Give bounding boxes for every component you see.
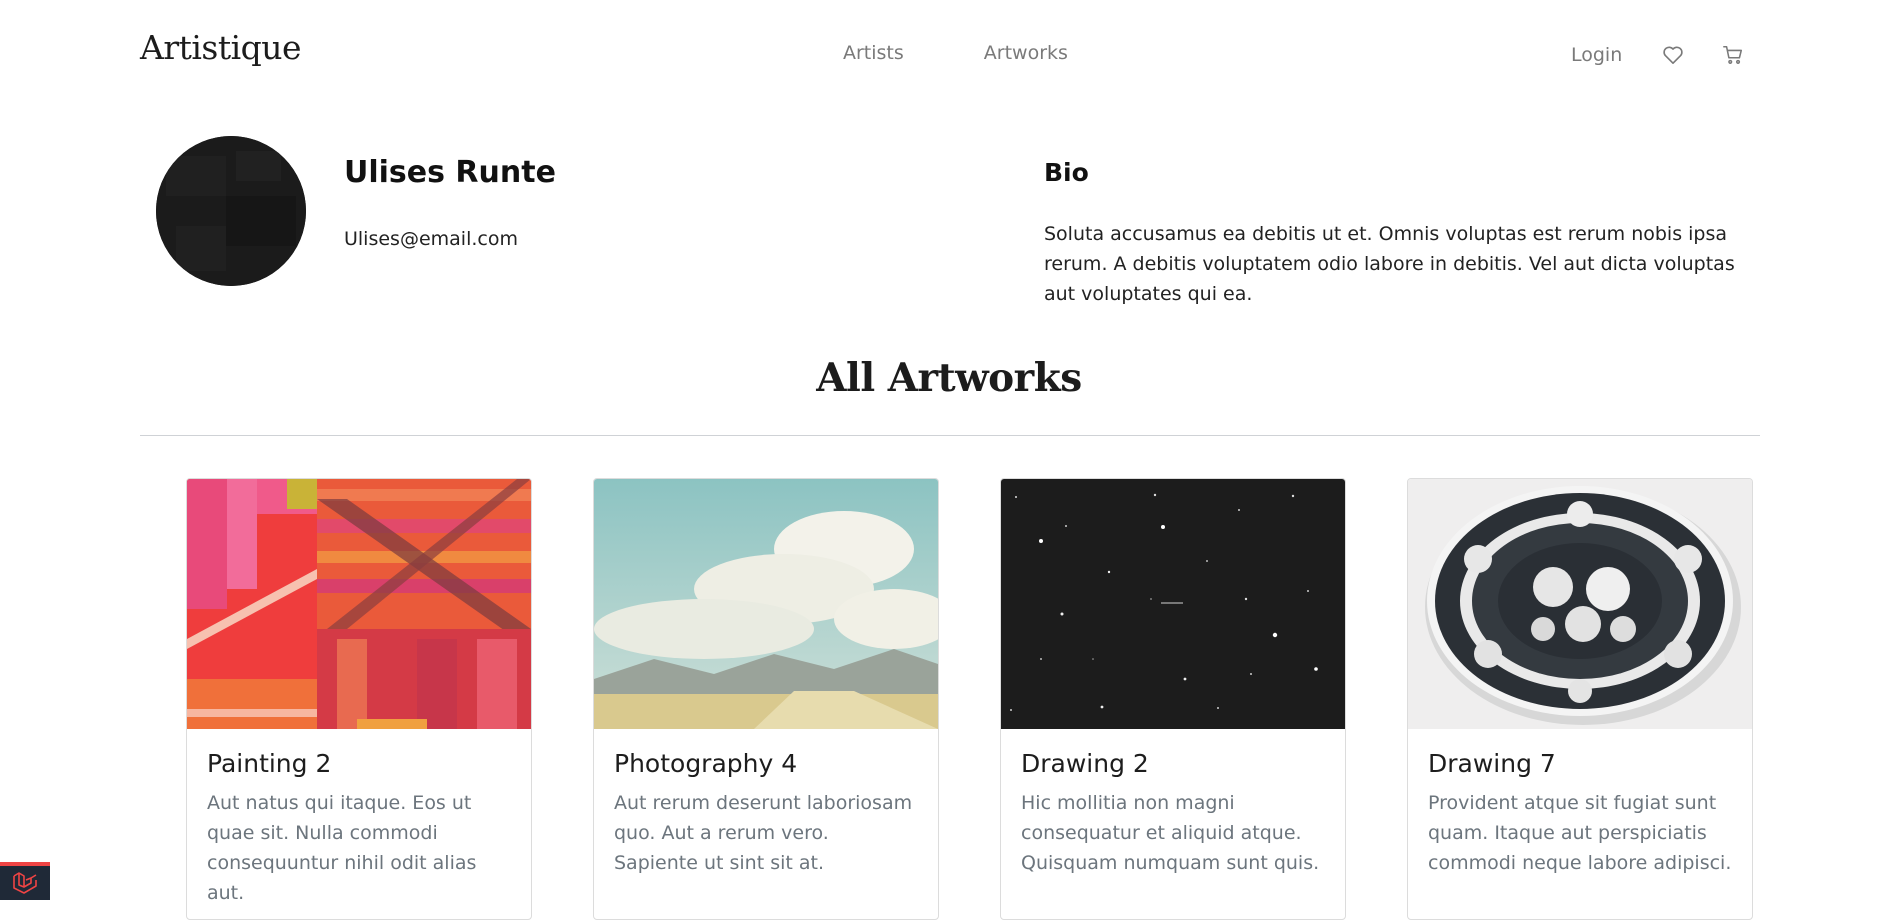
- artwork-description: Hic mollitia non magni consequatur et al…: [1021, 792, 1320, 874]
- artwork-description: Aut rerum deserunt laboriosam quo. Aut a…: [614, 792, 913, 874]
- artwork-card[interactable]: Drawing 2 Hic mollitia non magni consequ…: [1000, 478, 1346, 920]
- nav-link-artists[interactable]: Artists: [843, 42, 904, 64]
- artwork-title[interactable]: Drawing 2: [1021, 749, 1325, 778]
- artwork-description: Provident atque sit fugiat sunt quam. It…: [1428, 792, 1732, 874]
- artwork-title[interactable]: Drawing 7: [1428, 749, 1732, 778]
- card-body: Painting 2 Aut natus qui itaque. Eos ut …: [187, 749, 531, 908]
- brand-logo[interactable]: Artistique: [140, 28, 302, 67]
- artist-name: Ulises Runte: [344, 155, 556, 190]
- card-body: Photography 4 Aut rerum deserunt laborio…: [594, 749, 938, 878]
- nav-link-artworks[interactable]: Artworks: [984, 42, 1068, 64]
- login-link[interactable]: Login: [1571, 44, 1622, 66]
- artwork-card[interactable]: Drawing 7 Provident atque sit fugiat sun…: [1407, 478, 1753, 920]
- user-nav: Login: [1571, 42, 1746, 68]
- night-sky-stars-image[interactable]: [1001, 479, 1345, 729]
- geometric-painting-image[interactable]: [187, 479, 531, 729]
- card-body: Drawing 7 Provident atque sit fugiat sun…: [1408, 749, 1752, 878]
- artist-email: Ulises@email.com: [344, 228, 518, 250]
- navbar: Artistique Artists Artworks Login: [0, 0, 1898, 108]
- sky-clouds-photo-image[interactable]: [594, 479, 938, 729]
- decorated-plate-image[interactable]: [1408, 479, 1752, 729]
- artwork-description: Aut natus qui itaque. Eos ut quae sit. N…: [207, 792, 477, 904]
- bio-heading: Bio: [1044, 158, 1089, 187]
- cart-icon[interactable]: [1720, 42, 1746, 68]
- heart-icon[interactable]: [1660, 42, 1686, 68]
- artwork-card[interactable]: Photography 4 Aut rerum deserunt laborio…: [593, 478, 939, 920]
- bio-text: Soluta accusamus ea debitis ut et. Omnis…: [1044, 223, 1735, 305]
- section-title: All Artworks: [816, 355, 1082, 401]
- artwork-title[interactable]: Painting 2: [207, 749, 511, 778]
- laravel-logo-icon[interactable]: [0, 862, 50, 900]
- artwork-title[interactable]: Photography 4: [614, 749, 918, 778]
- card-body: Drawing 2 Hic mollitia non magni consequ…: [1001, 749, 1345, 878]
- artwork-card[interactable]: Painting 2 Aut natus qui itaque. Eos ut …: [186, 478, 532, 920]
- artist-avatar: [156, 136, 306, 286]
- section-divider: [140, 435, 1760, 436]
- main-nav: Artists Artworks: [843, 42, 1068, 64]
